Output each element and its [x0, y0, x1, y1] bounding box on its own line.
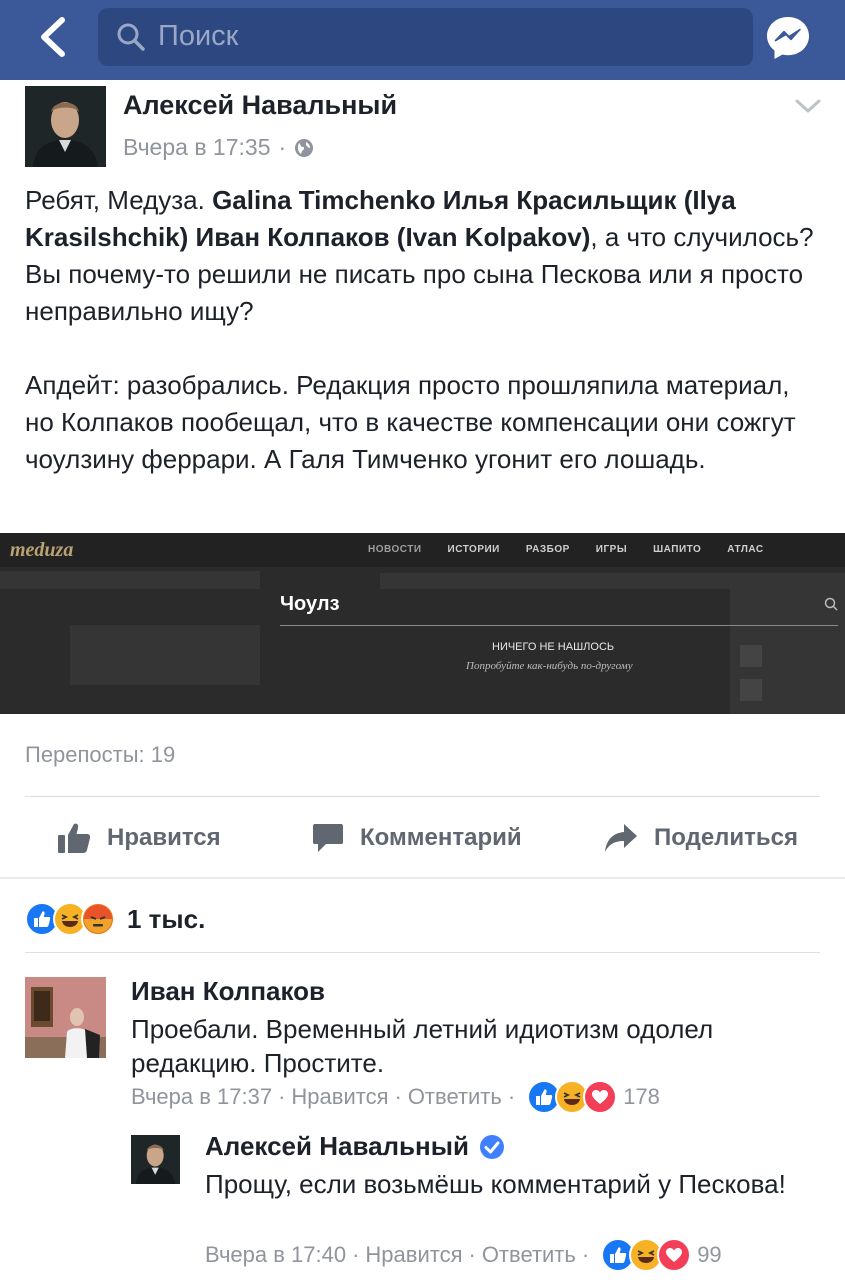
reply-author[interactable]: Алексей Навальный — [205, 1131, 505, 1162]
image-search-icon — [824, 597, 838, 611]
reposts-count[interactable]: Перепосты: 19 — [25, 742, 175, 768]
search-placeholder: Поиск — [158, 20, 239, 52]
section-separator — [0, 877, 845, 879]
comment-author-name: Иван Колпаков — [131, 976, 326, 1006]
share-label: Поделиться — [654, 824, 799, 851]
meta-separator: · — [278, 134, 287, 160]
comment-author[interactable]: Иван Колпаков — [131, 976, 325, 1007]
tag-galina[interactable]: Galina Timchenko — [212, 185, 435, 215]
image-ghost-thumb — [740, 679, 762, 701]
share-button[interactable]: Поделиться — [604, 818, 798, 858]
globe-icon — [295, 138, 314, 157]
comment-time[interactable]: Вчера в 17:37 — [131, 1084, 272, 1110]
image-menu-item: АТЛАС — [727, 544, 764, 555]
share-arrow-icon — [605, 824, 637, 852]
comment-reply-link[interactable]: Ответить — [408, 1084, 502, 1110]
post-paragraph-1: Ребят, Медуза. Galina Timchenko Илья Кра… — [25, 182, 825, 330]
reactions-count: 1 тыс. — [127, 903, 206, 934]
divider — [25, 796, 820, 797]
author-avatar[interactable] — [25, 86, 106, 167]
comment-meta: Вчера в 17:37 · Нравится · Ответить · 17… — [131, 1080, 660, 1114]
like-label: Нравится — [107, 824, 221, 851]
comment-button[interactable]: Комментарий — [312, 818, 522, 858]
image-menu-item: НОВОСТИ — [368, 544, 422, 555]
post-time[interactable]: Вчера в 17:35 — [123, 134, 271, 161]
top-bar: Поиск — [0, 0, 845, 80]
comment-like-link[interactable]: Нравится — [291, 1084, 388, 1110]
image-menu-item: ИГРЫ — [595, 544, 628, 555]
image-search-query: Чоулз — [280, 593, 340, 615]
image-hint: Попробуйте как-нибудь по-другому — [466, 660, 633, 672]
image-menu-item: ШАПИТО — [653, 544, 702, 555]
post-body: Ребят, Медуза. Galina Timchenko Илья Кра… — [25, 182, 825, 515]
reply-avatar[interactable] — [131, 1135, 180, 1184]
thumbs-up-icon — [58, 823, 91, 853]
comment-reactions-count: 178 — [623, 1084, 660, 1109]
reply-reactions[interactable]: 99 — [601, 1238, 722, 1272]
avatar-portrait-icon — [25, 86, 106, 167]
comment-text: Проебали. Временный летний идиотизм одол… — [131, 1014, 714, 1078]
love-reaction-icon — [657, 1238, 692, 1272]
post-text-intro: Ребят, Медуза. — [25, 185, 213, 215]
back-arrow-icon[interactable] — [30, 12, 80, 62]
comment-reactions[interactable]: 178 — [527, 1080, 660, 1114]
like-button[interactable]: Нравится — [57, 818, 221, 858]
reply-meta: Вчера в 17:40 · Нравится · Ответить · 99 — [205, 1238, 722, 1272]
image-menu: НОВОСТИ ИСТОРИИ РАЗБОР ИГРЫ ШАПИТО АТЛАС — [368, 544, 764, 555]
image-ghost-thumb — [740, 645, 762, 667]
attached-image[interactable]: meduza НОВОСТИ ИСТОРИИ РАЗБОР ИГРЫ ШАПИТ… — [0, 533, 845, 714]
reply-text: Прощу, если возьмёшь комментарий у Песко… — [205, 1169, 786, 1199]
image-menu-item: ИСТОРИИ — [447, 544, 500, 555]
reply-reply-link[interactable]: Ответить — [482, 1242, 576, 1268]
avatar-portrait-icon — [131, 1135, 180, 1184]
divider — [25, 952, 820, 953]
commenter-avatar[interactable] — [25, 977, 106, 1058]
image-logo: meduza — [10, 539, 74, 561]
love-reaction-icon — [583, 1080, 618, 1114]
reactions-summary[interactable]: 1 тыс. — [25, 902, 205, 936]
tag-kolpakov[interactable]: Иван Колпаков (Ivan Kolpakov) — [196, 222, 591, 252]
reply-time[interactable]: Вчера в 17:40 — [205, 1242, 346, 1268]
verified-badge-icon — [479, 1134, 504, 1159]
image-ghost-row — [0, 571, 260, 589]
image-search-underline — [280, 625, 838, 626]
comment-icon — [313, 824, 343, 852]
search-input[interactable]: Поиск — [98, 8, 753, 66]
image-not-found: НИЧЕГО НЕ НАШЛОСЬ — [492, 641, 615, 653]
avatar-photo-icon — [25, 977, 106, 1058]
angry-reaction-icon — [81, 902, 115, 936]
post-meta: Вчера в 17:35 · — [123, 134, 314, 161]
reply-author-name: Алексей Навальный — [205, 1131, 469, 1161]
image-nav-bar: meduza НОВОСТИ ИСТОРИИ РАЗБОР ИГРЫ ШАПИТ… — [0, 533, 845, 567]
post-author-name[interactable]: Алексей Навальный — [123, 90, 397, 121]
comment-label: Комментарий — [360, 824, 522, 851]
reply-like-link[interactable]: Нравится — [365, 1242, 462, 1268]
post-paragraph-2: Апдейт: разобрались. Редакция просто про… — [25, 370, 796, 474]
search-icon — [117, 23, 145, 51]
messenger-icon[interactable] — [764, 14, 812, 62]
image-menu-item: РАЗБОР — [525, 544, 570, 555]
reply-reactions-count: 99 — [697, 1242, 722, 1267]
chevron-down-icon[interactable] — [794, 96, 822, 116]
image-ghost-banner — [380, 573, 730, 589]
image-ghost-box — [70, 625, 260, 685]
